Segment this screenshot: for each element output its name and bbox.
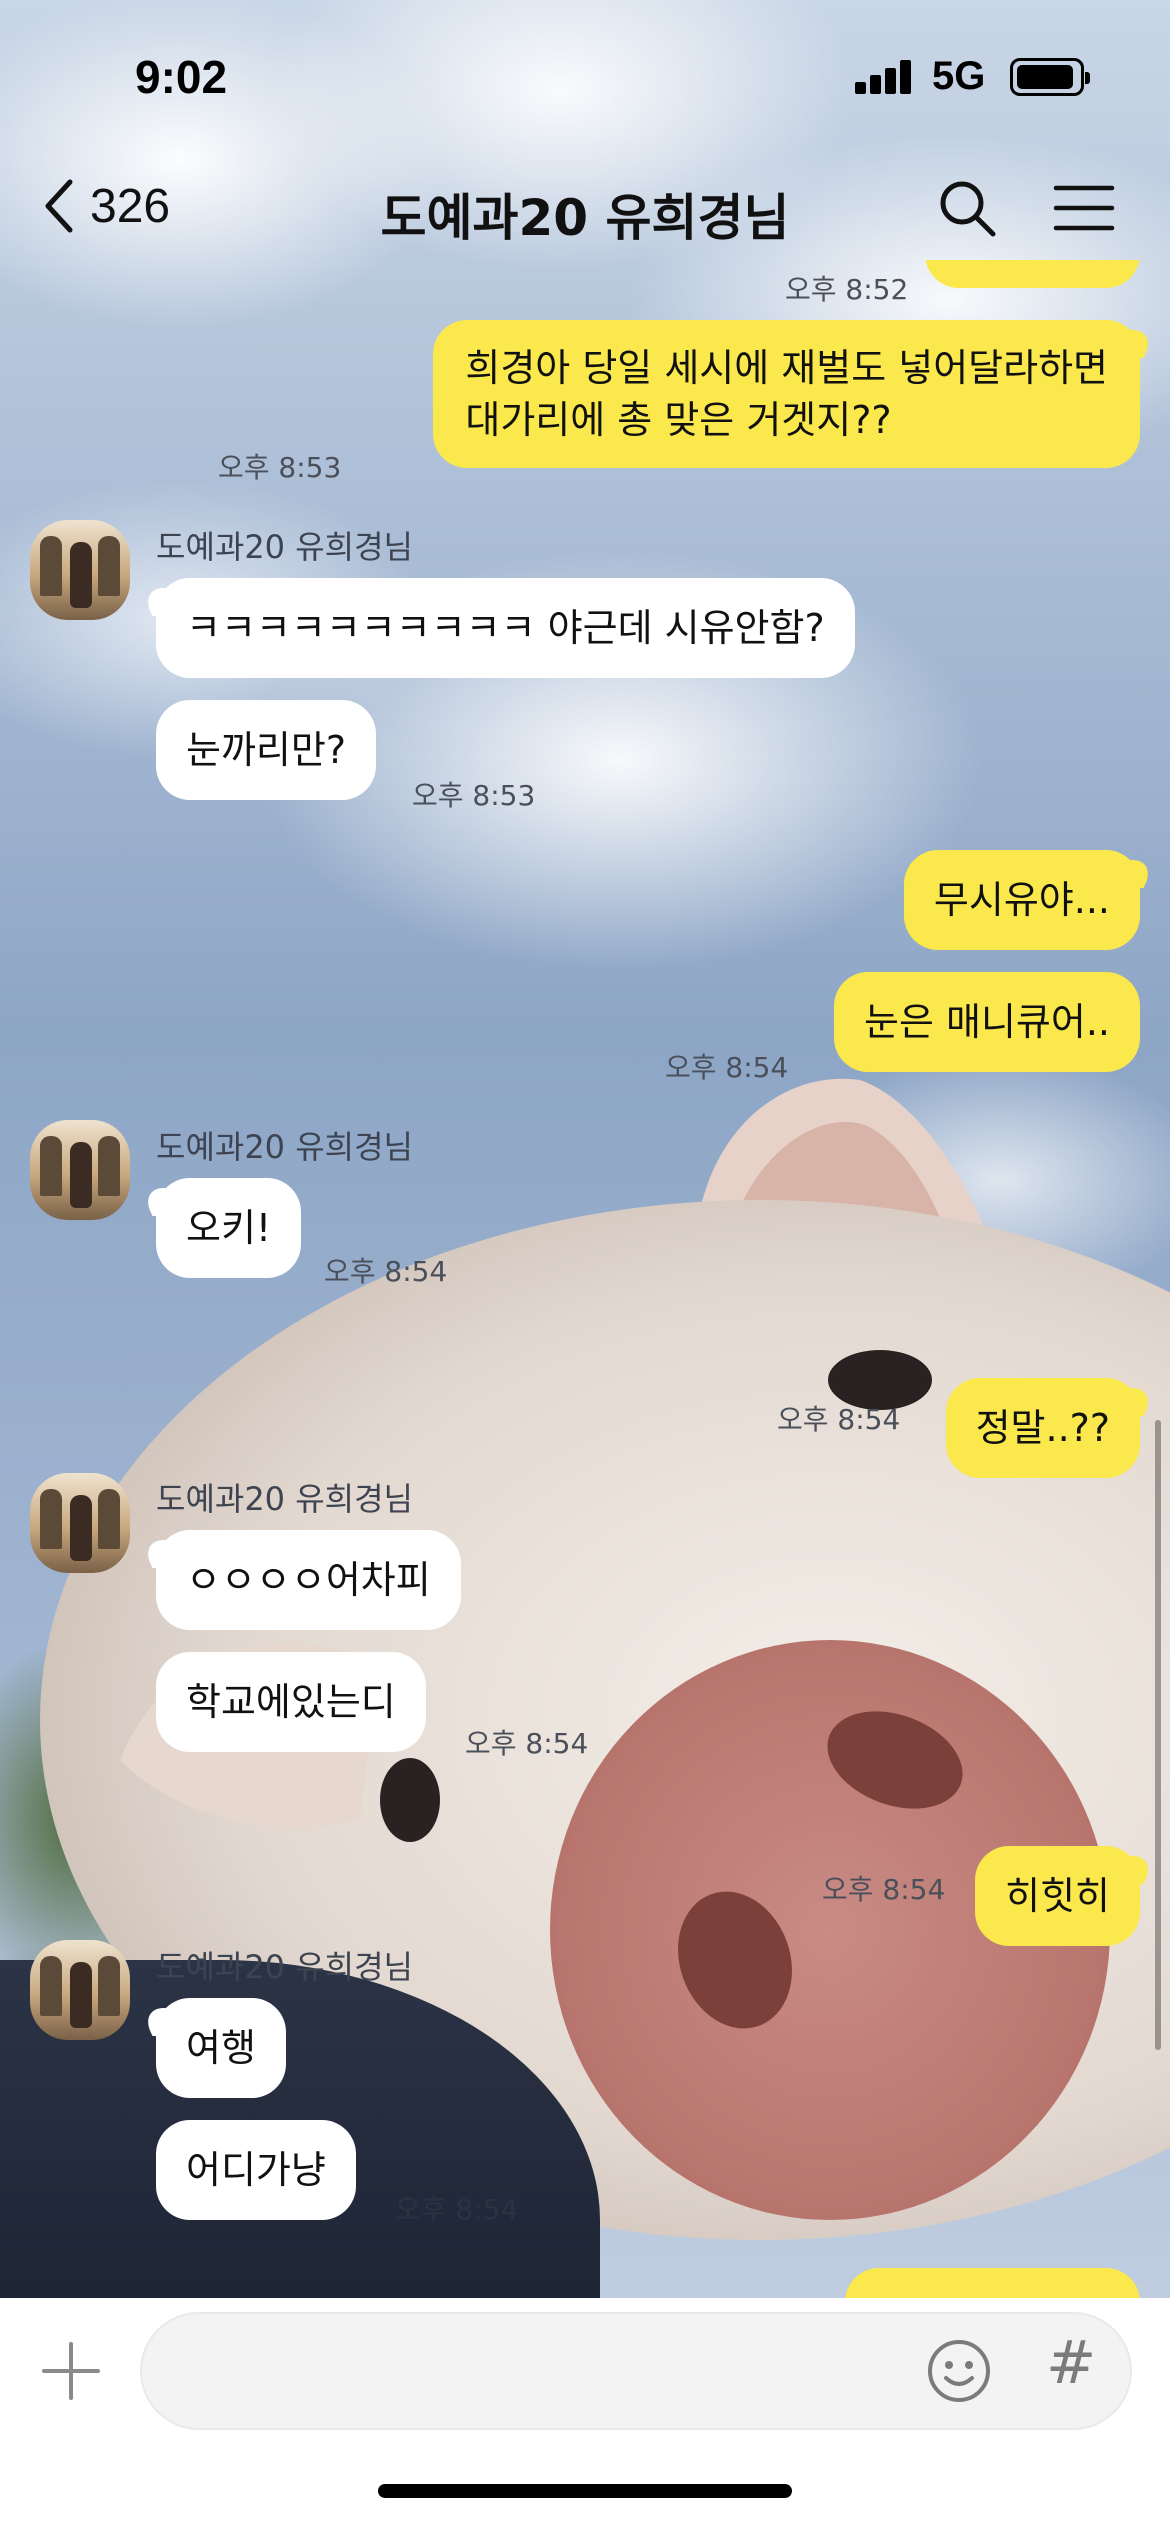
message-list[interactable]: 오후 8:52 희경아 당일 세시에 재벌도 넣어달라하면 대가리에 총 맞은 … <box>0 260 1170 2298</box>
message-bubble-partial[interactable] <box>845 2268 1140 2298</box>
message-bubble-outgoing[interactable]: 무시유야... <box>903 850 1140 950</box>
message-bubble-incoming[interactable]: 눈까리만? <box>156 700 377 800</box>
message-time: 오후 8:54 <box>777 1403 901 1436</box>
status-bar: 9:02 5G <box>0 0 1170 150</box>
emoji-icon[interactable] <box>926 2338 992 2404</box>
message-time: 오후 8:52 <box>785 273 909 306</box>
chat-header: 326 도예과20 유희경님 <box>0 150 1170 260</box>
message-bubble-outgoing[interactable]: 히힛히 <box>975 1846 1140 1946</box>
message-time: 오후 8:53 <box>412 779 536 812</box>
avatar[interactable] <box>30 1120 130 1220</box>
message-time: 오후 8:54 <box>324 1255 448 1288</box>
message-time: 오후 8:54 <box>665 1051 789 1084</box>
network-type: 5G <box>932 54 986 98</box>
message-bubble-partial[interactable] <box>925 260 1140 288</box>
sender-name: 도예과20 유희경님 <box>156 1948 413 1986</box>
avatar[interactable] <box>30 1473 130 1573</box>
sender-name: 도예과20 유희경님 <box>156 1480 413 1518</box>
avatar[interactable] <box>30 1940 130 2040</box>
message-time: 오후 8:54 <box>465 1727 589 1760</box>
message-time: 오후 8:53 <box>218 451 342 484</box>
plus-icon[interactable] <box>38 2338 104 2404</box>
message-bubble-outgoing[interactable]: 희경아 당일 세시에 재벌도 넣어달라하면 대가리에 총 맞은 거겟지?? <box>433 320 1140 468</box>
status-time: 9:02 <box>135 51 228 103</box>
message-bubble-outgoing[interactable]: 정말..?? <box>945 1378 1140 1478</box>
message-bubble-incoming[interactable]: 학교에있는디 <box>156 1652 426 1752</box>
message-bubble-incoming[interactable]: ㅇㅇㅇㅇ어차피 <box>156 1530 461 1630</box>
message-time: 오후 8:54 <box>822 1873 946 1906</box>
scrollbar[interactable] <box>1155 1420 1161 2050</box>
hash-icon[interactable]: # <box>1046 2328 1096 2398</box>
message-line: 희경아 당일 세시에 재벌도 넣어달라하면 <box>465 346 1108 390</box>
avatar[interactable] <box>30 520 130 620</box>
message-bubble-incoming[interactable]: ㅋㅋㅋㅋㅋㅋㅋㅋㅋㅋ 야근데 시유안함? <box>156 578 855 678</box>
menu-icon[interactable] <box>1052 176 1116 240</box>
home-indicator <box>378 2484 792 2498</box>
message-line: 대가리에 총 맞은 거겟지?? <box>465 398 892 442</box>
message-bubble-incoming[interactable]: 어디가냥 <box>156 2120 356 2220</box>
sender-name: 도예과20 유희경님 <box>156 1128 413 1166</box>
search-icon[interactable] <box>935 176 999 240</box>
battery-icon <box>1010 58 1090 96</box>
message-bubble-incoming[interactable]: 여행 <box>156 1998 286 2098</box>
message-bubble-incoming[interactable]: 오키! <box>156 1178 302 1278</box>
message-bubble-outgoing[interactable]: 눈은 매니큐어.. <box>834 972 1140 1072</box>
message-time: 오후 8:54 <box>395 2193 519 2226</box>
cellular-signal-icon <box>855 60 913 94</box>
sender-name: 도예과20 유희경님 <box>156 528 413 566</box>
